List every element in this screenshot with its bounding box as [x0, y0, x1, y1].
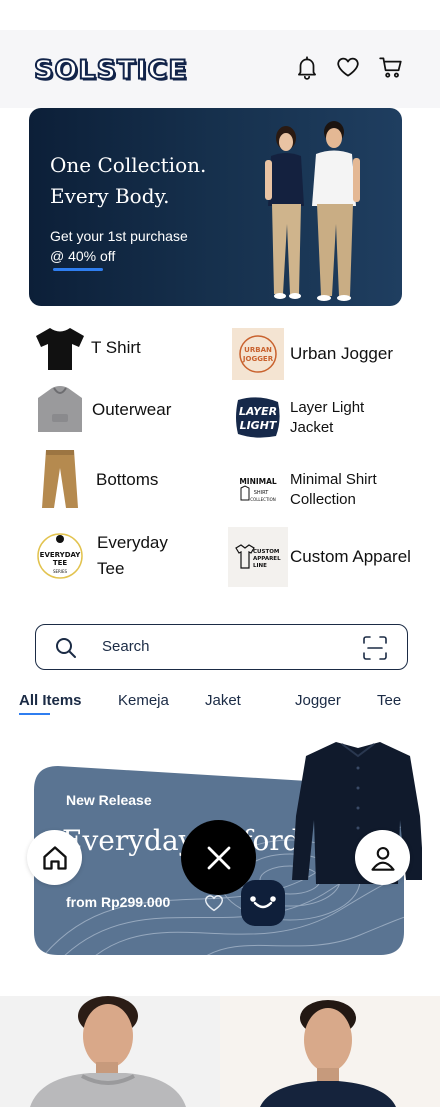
user-icon	[370, 846, 395, 871]
product-image-1[interactable]	[0, 996, 220, 1107]
smile-icon	[250, 896, 276, 909]
promo-heart-icon[interactable]	[203, 892, 225, 914]
product-image-2[interactable]	[220, 996, 440, 1107]
promo-price: from Rp299.000	[66, 894, 171, 910]
close-icon	[207, 846, 230, 869]
model-hoodie-image	[30, 996, 186, 1107]
home-icon	[42, 845, 67, 870]
model-tee-image	[260, 1000, 396, 1107]
home-button[interactable]	[27, 830, 82, 885]
promo-label: New Release	[66, 792, 152, 808]
assistant-button[interactable]	[241, 880, 285, 926]
profile-button[interactable]	[355, 830, 410, 885]
